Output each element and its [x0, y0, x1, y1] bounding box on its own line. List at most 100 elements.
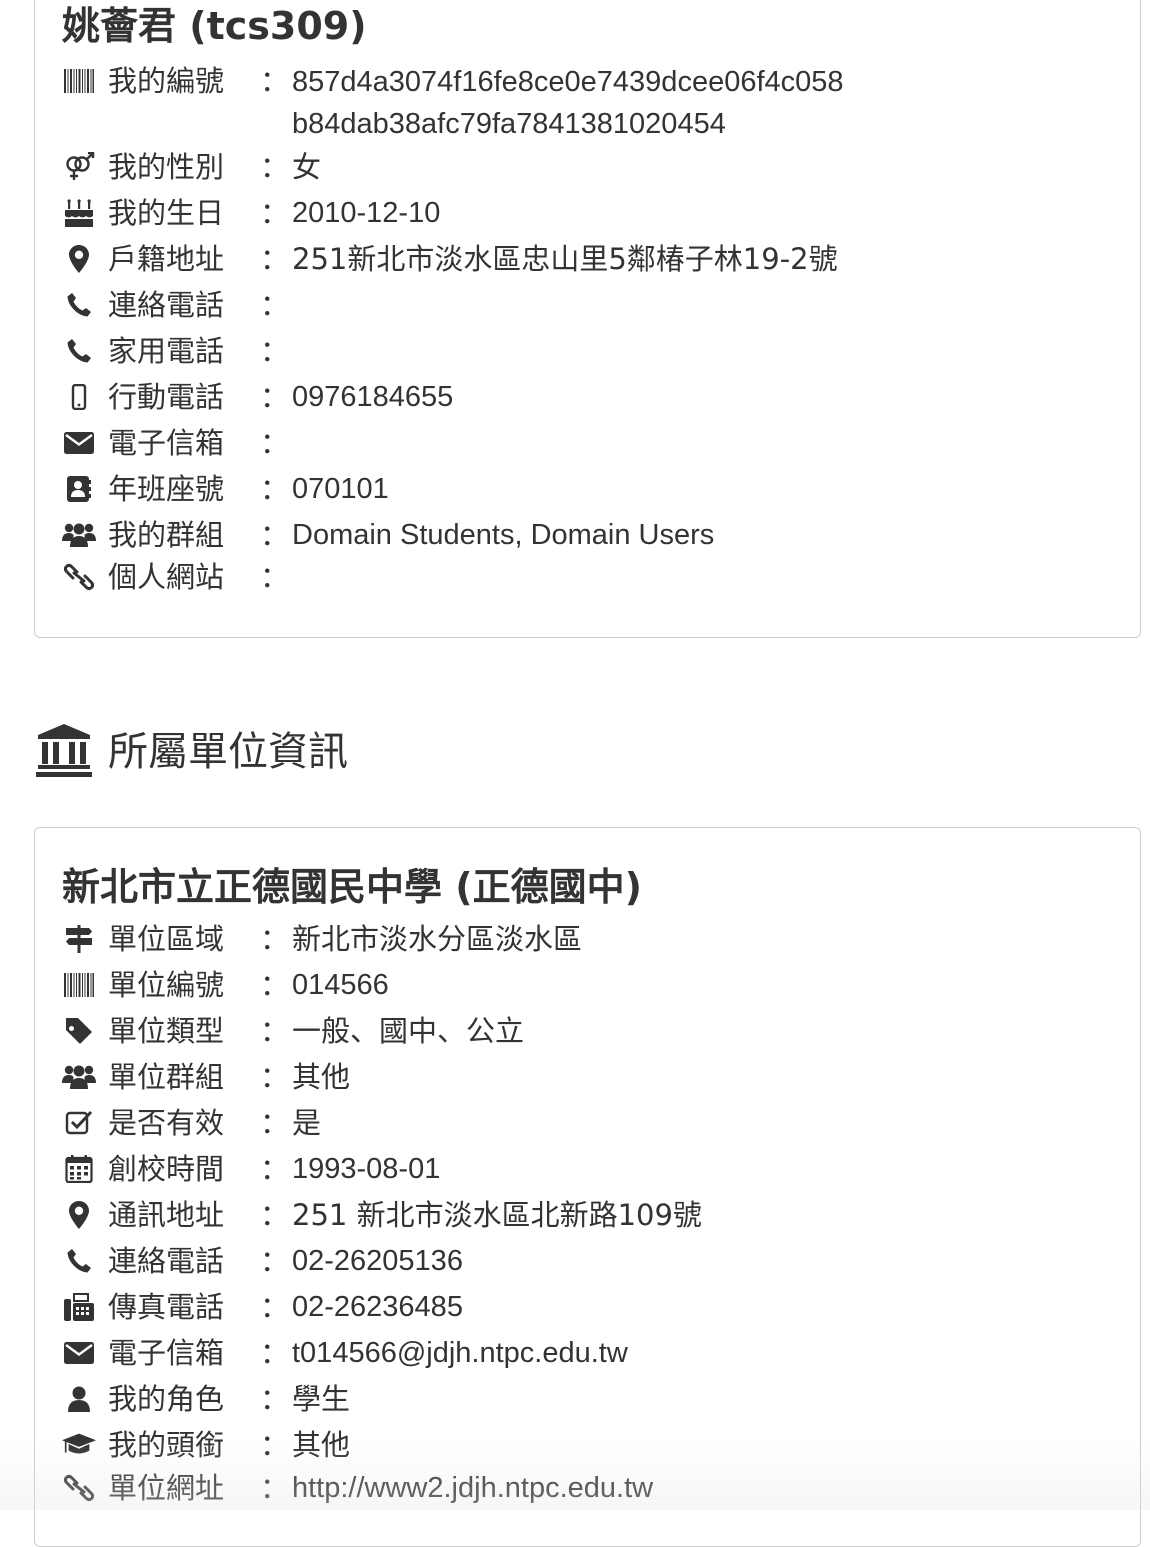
unit-email-value[interactable]: t014566@jdjh.ntpc.edu.tw [292, 1333, 628, 1373]
row-colon: ： [260, 64, 290, 98]
row-fax: 傳真電話 ： 02-26236485 [62, 1287, 1112, 1327]
row-label: 我的角色 [108, 1382, 225, 1416]
row-label: 連絡電話 [108, 1244, 225, 1278]
row-mailing-address: 通訊地址 ： 251 新北市淡水區北新路109號 [62, 1195, 1112, 1235]
birthday-cake-icon [62, 198, 96, 228]
row-label: 連絡電話 [108, 288, 225, 322]
row-founded: 創校時間 ： 1993-08-01 [62, 1149, 1112, 1189]
row-unit-type: 單位類型 ： 一般、國中、公立 [62, 1011, 1112, 1051]
my-role-value: 學生 [292, 1382, 351, 1416]
row-unit-group: 單位群組 ： 其他 [62, 1057, 1112, 1097]
class-seat-value: 070101 [292, 473, 389, 505]
row-label: 戶籍地址 [108, 242, 225, 276]
groups-value: Domain Students, Domain Users [292, 519, 715, 551]
row-colon: ： [260, 380, 290, 414]
row-my-title: 我的頭銜 ： 其他 [62, 1425, 1112, 1465]
row-label: 單位網址 [108, 1471, 225, 1505]
row-label: 單位群組 [108, 1060, 225, 1094]
link-icon [62, 1473, 96, 1503]
row-colon: ： [260, 1471, 290, 1505]
map-marker-icon [62, 244, 96, 274]
row-id-number: 我的編號 ： 857d4a3074f16fe8ce0e7439dcee06f4c… [62, 61, 1112, 140]
gender-value: 女 [292, 150, 322, 184]
check-square-icon [62, 1108, 96, 1138]
row-website: 個人網站 ： [62, 557, 1112, 597]
row-colon: ： [260, 1244, 290, 1278]
gender-icon [62, 152, 96, 182]
row-label: 我的編號 [108, 64, 225, 98]
users-icon [62, 1062, 96, 1092]
row-unit-website: 單位網址 ： http://www2.jdjh.ntpc.edu.tw [62, 1468, 1112, 1508]
region-value: 新北市淡水分區淡水區 [292, 922, 583, 956]
my-title-value: 其他 [292, 1428, 351, 1462]
barcode-icon [62, 66, 96, 96]
row-my-role: 我的角色 ： 學生 [62, 1379, 1112, 1419]
row-gender: 我的性別 ： 女 [62, 147, 1112, 187]
row-label: 單位類型 [108, 1014, 225, 1048]
row-colon: ： [260, 1336, 290, 1370]
founded-value: 1993-08-01 [292, 1153, 441, 1185]
row-label: 個人網站 [108, 560, 225, 594]
map-marker-icon [62, 1200, 96, 1230]
unit-website-link[interactable]: http://www2.jdjh.ntpc.edu.tw [292, 1468, 653, 1508]
barcode-icon [62, 970, 96, 1000]
calendar-icon [62, 1154, 96, 1184]
row-contact-phone: 連絡電話 ： [62, 285, 1112, 325]
row-colon: ： [260, 472, 290, 506]
row-is-valid: 是否有效 ： 是 [62, 1103, 1112, 1143]
row-label: 行動電話 [108, 380, 225, 414]
unit-info-card: 新北市立正德國民中學 (正德國中) 單位區域 ： 新北市淡水分區淡水區 單位編號… [34, 827, 1141, 1547]
users-icon [62, 520, 96, 550]
mobile-icon [62, 382, 96, 412]
row-household-address: 戶籍地址 ： 251新北市淡水區忠山里5鄰椿子林19-2號 [62, 239, 1112, 279]
birthday-value: 2010-12-10 [292, 197, 441, 229]
row-colon: ： [260, 1060, 290, 1094]
unit-name-title: 新北市立正德國民中學 (正德國中) [62, 865, 642, 909]
row-label: 家用電話 [108, 334, 225, 368]
row-label: 年班座號 [108, 472, 225, 506]
row-colon: ： [260, 288, 290, 322]
unit-type-value: 一般、國中、公立 [292, 1014, 525, 1048]
row-label: 我的群組 [108, 518, 225, 552]
row-colon: ： [260, 426, 290, 460]
row-home-phone: 家用電話 ： [62, 331, 1112, 371]
row-birthday: 我的生日 ： 2010-12-10 [62, 193, 1112, 233]
unit-number-value: 014566 [292, 969, 389, 1001]
tag-icon [62, 1016, 96, 1046]
row-class-seat: 年班座號 ： 070101 [62, 469, 1112, 509]
unit-section-heading: 所屬單位資訊 [36, 722, 636, 782]
row-colon: ： [260, 560, 290, 594]
row-label: 通訊地址 [108, 1198, 225, 1232]
row-colon: ： [260, 968, 290, 1002]
user-info-card: 姚薈君 (tcs309) 我的編號 ： 857d4a3074f16fe8ce0e… [34, 0, 1141, 638]
fax-value: 02-26236485 [292, 1291, 463, 1323]
row-unit-email: 電子信箱 ： t014566@jdjh.ntpc.edu.tw [62, 1333, 1112, 1373]
household-address-value: 251新北市淡水區忠山里5鄰椿子林19-2號 [292, 242, 838, 276]
row-colon: ： [260, 242, 290, 276]
row-colon: ： [260, 1014, 290, 1048]
unit-group-value: 其他 [292, 1060, 351, 1094]
row-region: 單位區域 ： 新北市淡水分區淡水區 [62, 919, 1112, 959]
row-label: 電子信箱 [108, 426, 225, 460]
address-book-icon [62, 474, 96, 504]
graduation-cap-icon [62, 1430, 96, 1460]
row-groups: 我的群組 ： Domain Students, Domain Users [62, 515, 1112, 555]
row-colon: ： [260, 1382, 290, 1416]
row-colon: ： [260, 1152, 290, 1186]
row-label: 電子信箱 [108, 1336, 225, 1370]
row-colon: ： [260, 922, 290, 956]
row-colon: ： [260, 1428, 290, 1462]
envelope-icon [62, 1338, 96, 1368]
mailing-address-value: 251 新北市淡水區北新路109號 [292, 1198, 702, 1232]
row-label: 我的性別 [108, 150, 225, 184]
user-id-value: 857d4a3074f16fe8ce0e7439dcee06f4c058b84d… [292, 66, 844, 140]
phone-icon [62, 290, 96, 320]
row-colon: ： [260, 518, 290, 552]
unit-contact-phone-value: 02-26205136 [292, 1245, 463, 1277]
phone-icon [62, 336, 96, 366]
user-name-title: 姚薈君 (tcs309) [62, 4, 367, 48]
row-unit-contact-phone: 連絡電話 ： 02-26205136 [62, 1241, 1112, 1281]
row-email: 電子信箱 ： [62, 423, 1112, 463]
link-icon [62, 562, 96, 592]
envelope-icon [62, 428, 96, 458]
